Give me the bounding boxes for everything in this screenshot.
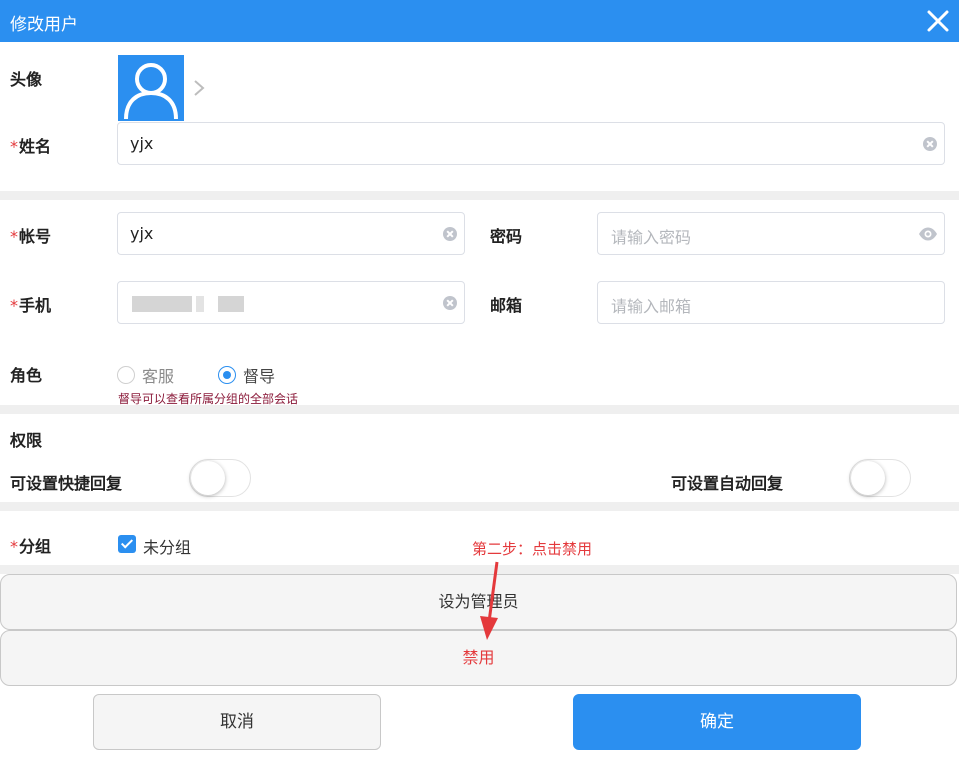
radio-icon [117,366,135,384]
quick-reply-toggle[interactable] [189,459,251,497]
email-label: 邮箱 [490,296,523,315]
avatar-label: 头像 [10,70,43,89]
annotation-arrow-icon [480,561,499,640]
user-avatar-icon[interactable] [118,55,184,121]
clear-icon[interactable] [443,227,457,241]
role-label: 角色 [10,366,43,385]
confirm-button[interactable]: 确定 [573,694,861,750]
eye-icon[interactable] [918,226,938,242]
account-label: *帐号 [10,227,52,246]
name-label: *姓名 [10,137,52,156]
section-divider [0,405,959,414]
annotation-text: 第二步：点击禁用 [472,540,593,558]
role-option-service[interactable]: 客服 [117,363,174,387]
email-field[interactable]: 请输入邮箱 [597,281,945,324]
name-field[interactable]: yjx [117,122,945,165]
clear-icon[interactable] [923,137,937,151]
role-option-supervisor[interactable]: 督导 [218,363,275,387]
toggle-knob [191,461,225,495]
permissions-label: 权限 [10,431,43,450]
quick-reply-label: 可设置快捷回复 [10,474,123,493]
chevron-right-icon[interactable] [190,78,208,98]
auto-reply-toggle[interactable] [849,459,911,497]
password-placeholder: 请输入密码 [611,228,692,247]
obscured-phone-value [132,296,244,312]
phone-label: *手机 [10,296,52,315]
cancel-button[interactable]: 取消 [93,694,381,750]
close-icon[interactable] [924,7,952,35]
group-checkbox[interactable] [118,535,136,553]
account-value: yjx [130,224,154,243]
auto-reply-label: 可设置自动回复 [671,474,784,493]
password-label: 密码 [490,227,523,246]
name-value: yjx [130,134,154,153]
dialog-title: 修改用户 [10,15,78,35]
email-placeholder: 请输入邮箱 [611,297,692,316]
account-field[interactable]: yjx [117,212,465,255]
radio-selected-icon [218,366,236,384]
dialog-header: 修改用户 [0,0,959,42]
group-label: *分组 [10,537,52,556]
section-divider [0,502,959,511]
clear-icon[interactable] [443,296,457,310]
edit-user-dialog: 修改用户 头像 *姓名 yjx *帐号 yjx 密码 请输入密码 *手机 邮箱 … [0,0,959,758]
section-divider [0,191,959,200]
password-field[interactable]: 请输入密码 [597,212,945,255]
toggle-knob [851,461,885,495]
group-option-label: 未分组 [143,538,192,557]
phone-field[interactable] [117,281,465,324]
